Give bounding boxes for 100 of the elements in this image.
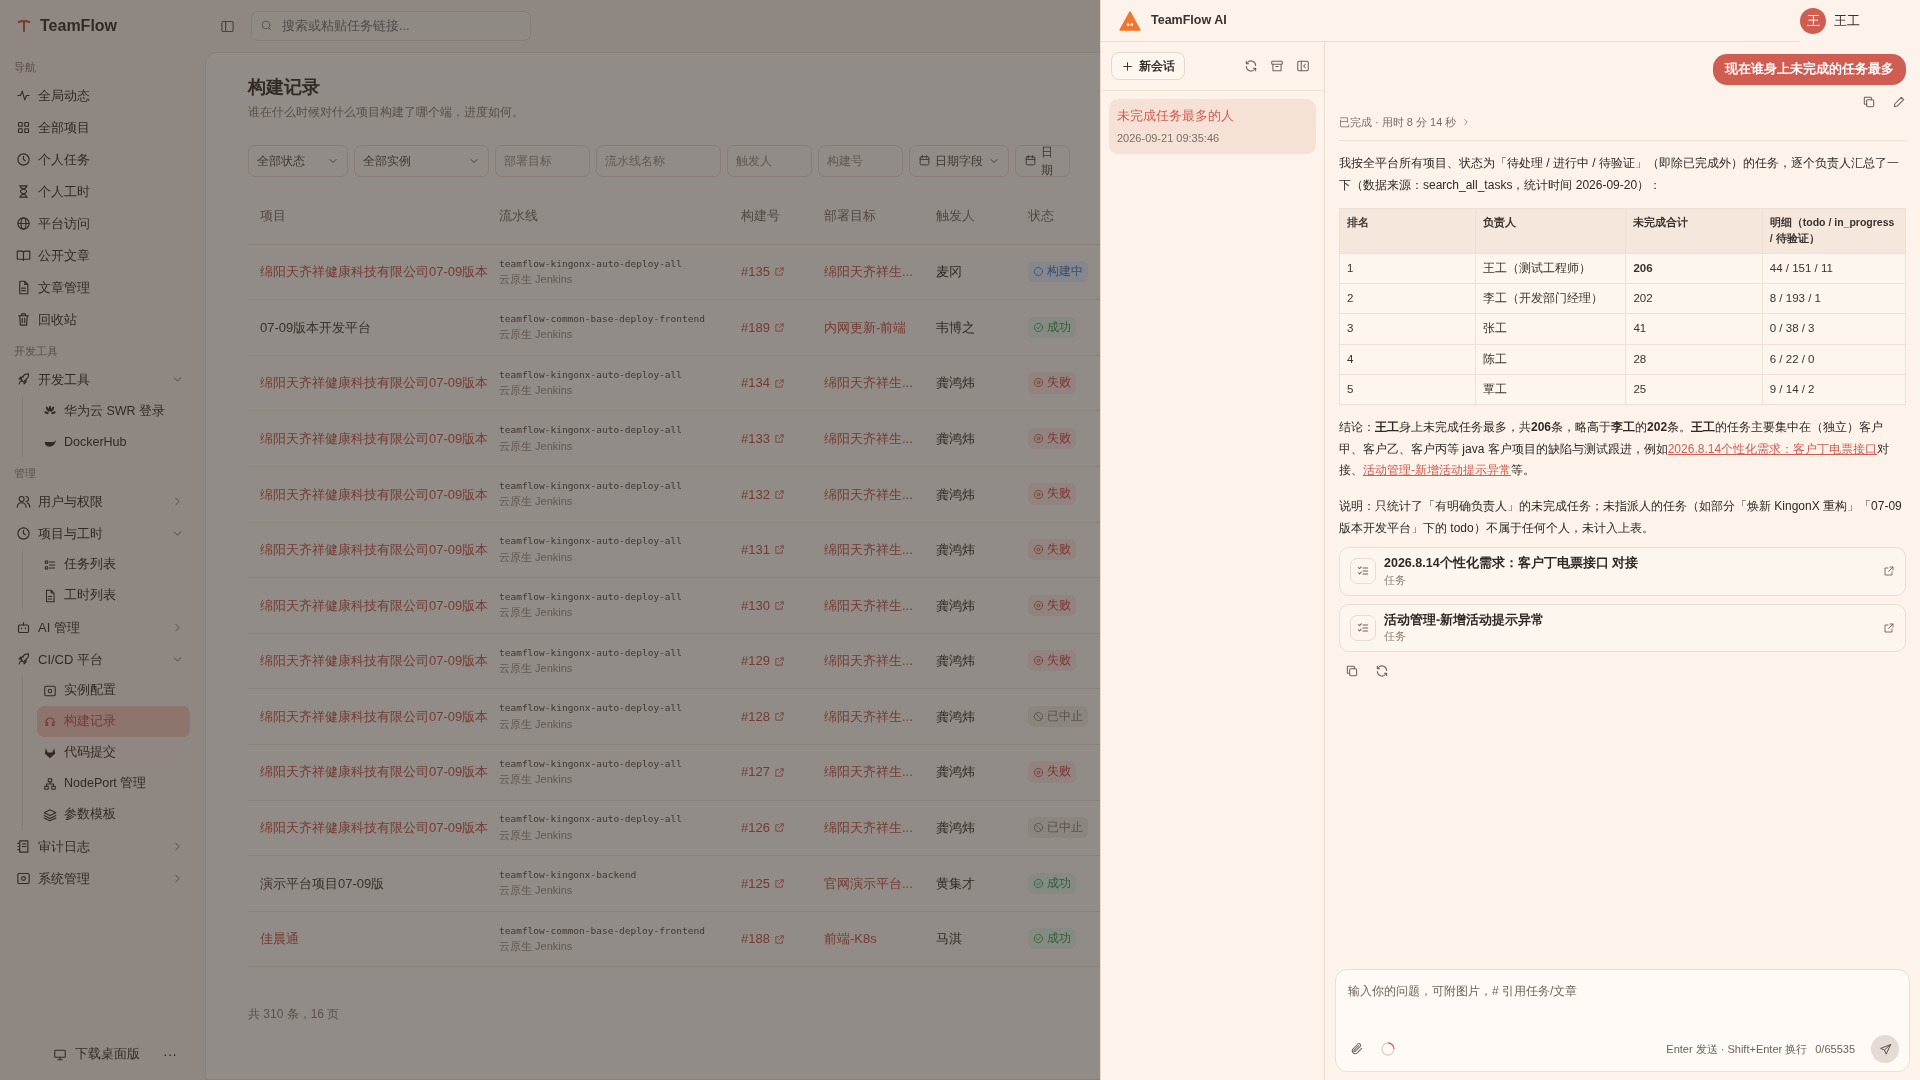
collapse-button[interactable] (1296, 59, 1310, 73)
deploy-target[interactable]: 官网演示平台... (824, 875, 913, 891)
deploy-target[interactable]: 绵阳天齐祥生... (824, 264, 913, 280)
nav-item[interactable]: 公开文章 (10, 239, 190, 272)
build-link[interactable]: #135 (741, 262, 770, 282)
status-badge: 成功 (1028, 872, 1076, 894)
filter-select[interactable]: 全部实例 (354, 144, 489, 177)
build-link[interactable]: #125 (741, 873, 770, 894)
deploy-target[interactable]: 绵阳天齐祥生... (824, 542, 913, 558)
copy-button[interactable] (1345, 664, 1359, 679)
project-name[interactable]: 绵阳天齐祥健康科技有限公司07-09版本 (260, 820, 489, 836)
build-link[interactable]: #132 (741, 484, 770, 504)
nav-item[interactable]: CI/CD 平台 (10, 643, 190, 676)
table-cell: 4 (1339, 344, 1476, 375)
build-link[interactable]: #189 (741, 317, 770, 338)
submenu-item[interactable]: 参数模板 (37, 799, 190, 831)
submenu-item[interactable]: 实例配置 (37, 675, 190, 707)
logo-icon (1119, 10, 1141, 31)
deploy-target[interactable]: 绵阳天齐祥生... (824, 430, 913, 446)
nav-item[interactable]: 个人工时 (10, 175, 190, 208)
message-input[interactable]: 输入你的问题，可附图片，# 引用任务/文章 (1346, 979, 1899, 1030)
external-link-icon (773, 766, 785, 778)
project-name[interactable]: 绵阳天齐祥健康科技有限公司07-09版本 (260, 375, 489, 391)
download-button[interactable]: 下载桌面版 (44, 1040, 149, 1069)
column-header: 状态 (1028, 207, 1054, 225)
nav-item[interactable]: 平台访问 (10, 207, 190, 240)
project-name[interactable]: 绵阳天齐祥健康科技有限公司07-09版本 (260, 597, 489, 613)
filter-select[interactable]: 全部状态 (248, 144, 348, 177)
submenu-item[interactable]: NodePort 管理 (37, 768, 190, 800)
build-link[interactable]: #128 (741, 706, 770, 727)
project-name[interactable]: 绵阳天齐祥健康科技有限公司07-09版本 (260, 430, 489, 446)
table-cell: 0 / 38 / 3 (1762, 313, 1906, 345)
conversation-item[interactable]: 未完成任务最多的人 2026-09-21 09:35:46 (1109, 99, 1316, 155)
task-card[interactable]: 活动管理-新增活动提示异常 任务 (1339, 603, 1906, 653)
send-button[interactable] (1871, 1035, 1899, 1063)
build-link[interactable]: #133 (741, 428, 770, 449)
build-link[interactable]: #188 (741, 929, 770, 949)
deploy-target[interactable]: 绵阳天齐祥生... (824, 708, 913, 724)
date-field-select[interactable]: 日期字段 (909, 144, 1009, 177)
regenerate-button[interactable] (1375, 664, 1389, 679)
submenu-item[interactable]: DockerHub (37, 426, 190, 458)
project-name[interactable]: 佳晨通 (260, 931, 299, 947)
trigger-name: 龚鸿炜 (936, 375, 975, 391)
message-composer[interactable]: 输入你的问题，可附图片，# 引用任务/文章 Enter 发送 · Shift+Enter 换行 0/65535 (1335, 968, 1910, 1072)
table-cell: 202 (1625, 283, 1763, 314)
nav-item[interactable]: 系统管理 (10, 862, 190, 895)
nav-item[interactable]: 审计日志 (10, 830, 190, 863)
build-link[interactable]: #131 (741, 540, 770, 560)
pipeline-name: teamflow-kingonx-auto-deploy-all (499, 812, 684, 827)
project-name[interactable]: 绵阳天齐祥健康科技有限公司07-09版本 (260, 708, 489, 724)
thinking-status[interactable]: 已完成 · 用时 8 分 14 秒 (1339, 112, 1906, 142)
sidebar-toggle[interactable] (220, 18, 235, 34)
deploy-target[interactable]: 前端-K8s (824, 931, 877, 947)
build-link[interactable]: #126 (741, 818, 770, 838)
project-name[interactable]: 绵阳天齐祥健康科技有限公司07-09版本 (260, 653, 489, 669)
nav-item[interactable]: 开发工具 (10, 363, 190, 396)
deploy-target[interactable]: 绵阳天齐祥生... (824, 597, 913, 613)
build-link[interactable]: #129 (741, 651, 770, 671)
date-field[interactable]: 日期 (1015, 144, 1070, 177)
submenu-item[interactable]: 工时列表 (37, 580, 190, 612)
copy-button[interactable] (1862, 94, 1876, 109)
task-link[interactable]: 活动管理-新增活动提示异常 (1363, 463, 1511, 478)
deploy-target[interactable]: 绵阳天齐祥生... (824, 764, 913, 780)
project-name[interactable]: 绵阳天齐祥健康科技有限公司07-09版本 (260, 486, 489, 502)
status-badge: 失败 (1028, 427, 1076, 450)
more-button[interactable]: ··· (154, 1039, 186, 1070)
nav-item[interactable]: 文章管理 (10, 271, 190, 304)
new-chat-button[interactable]: 新会话 (1111, 52, 1185, 80)
page-title: 构建记录 (248, 77, 321, 99)
refresh-button[interactable] (1244, 59, 1258, 73)
nav-item[interactable]: 用户与权限 (10, 485, 190, 518)
nav-item[interactable]: 全部项目 (10, 111, 190, 144)
edit-button[interactable] (1892, 94, 1906, 109)
nav-item[interactable]: 回收站 (10, 303, 190, 336)
task-link[interactable]: 2026.8.14个性化需求：客户丁电票接口 (1667, 441, 1878, 456)
deploy-target[interactable]: 绵阳天齐祥生... (824, 486, 913, 502)
panel-icon (43, 683, 57, 698)
nav-item[interactable]: 项目与工时 (10, 517, 190, 550)
deploy-target[interactable]: 绵阳天齐祥生... (824, 820, 913, 836)
deploy-target[interactable]: 内网更新-前端 (824, 319, 907, 335)
pipeline-name: teamflow-kingonx-auto-deploy-all (499, 256, 684, 271)
build-link[interactable]: #127 (741, 762, 770, 782)
deploy-target[interactable]: 绵阳天齐祥生... (824, 375, 913, 391)
search-field[interactable]: 搜索或粘贴任务链接... (251, 11, 531, 41)
build-link[interactable]: #134 (741, 373, 770, 393)
project-name[interactable]: 绵阳天齐祥健康科技有限公司07-09版本 (260, 764, 489, 780)
project-name[interactable]: 绵阳天齐祥健康科技有限公司07-09版本 (260, 264, 489, 280)
pencil-icon (1892, 94, 1906, 109)
nav-item[interactable]: AI 管理 (10, 611, 190, 644)
deploy-target[interactable]: 绵阳天齐祥生... (824, 653, 913, 669)
trash-icon (16, 312, 31, 328)
project-name[interactable]: 绵阳天齐祥健康科技有限公司07-09版本 (260, 542, 489, 558)
submenu-item[interactable]: 代码提交 (37, 737, 190, 769)
build-link[interactable]: #130 (741, 595, 770, 616)
archive-button[interactable] (1270, 59, 1284, 73)
submenu-item[interactable]: 华为云 SWR 登录 (37, 395, 190, 427)
submenu-item[interactable]: 任务列表 (37, 549, 190, 581)
task-card[interactable]: 2026.8.14个性化需求：客户丁电票接口 对接 任务 (1339, 547, 1906, 596)
nav-item[interactable]: 全局动态 (10, 79, 190, 112)
nav-item[interactable]: 个人任务 (10, 143, 190, 176)
